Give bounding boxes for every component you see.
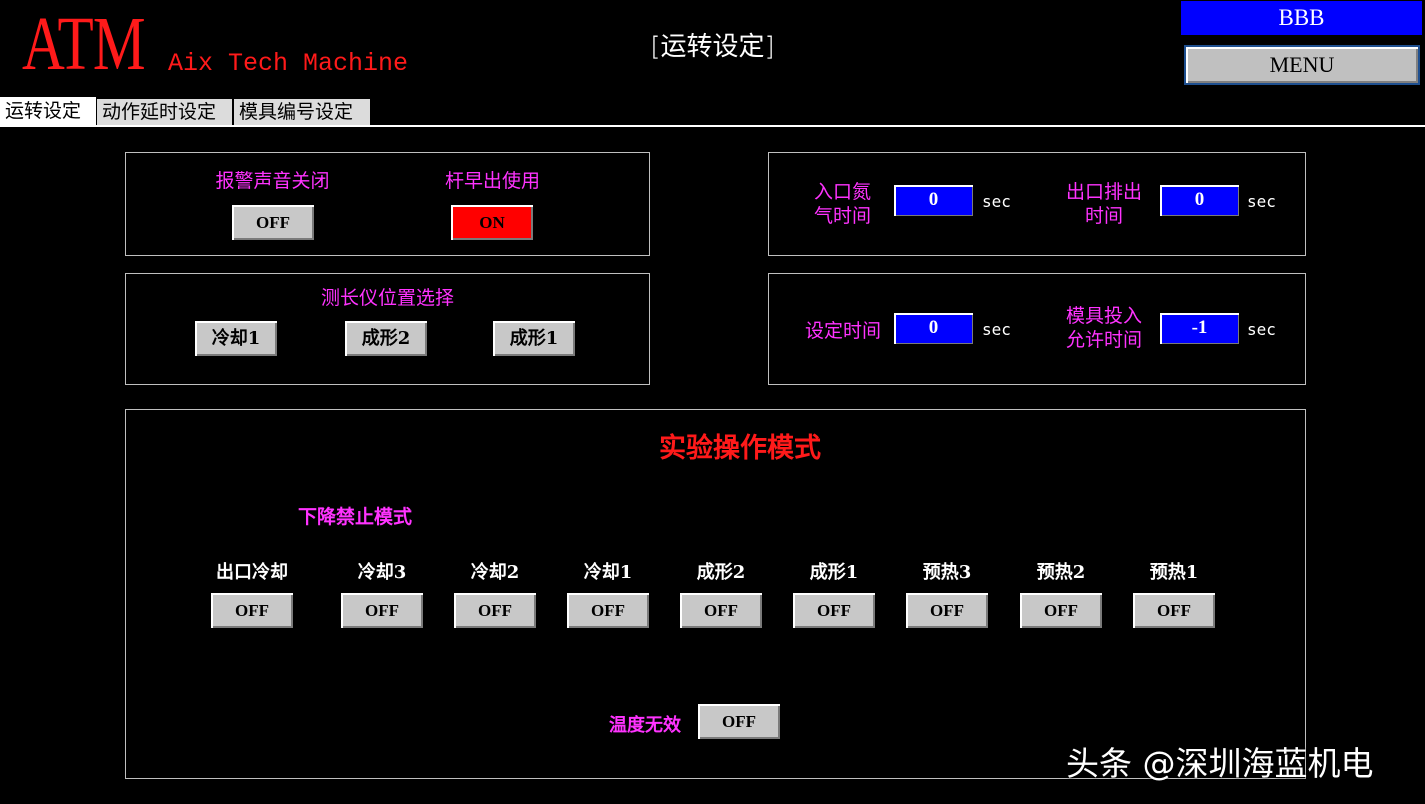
station-toggle-preheat2[interactable]: OFF [1020,593,1102,628]
set-time-label: 设定时间 [804,320,881,342]
station-toggle-cooling1[interactable]: OFF [567,593,649,628]
temperature-invalid-toggle[interactable]: OFF [698,704,780,739]
station-toggle-forming1[interactable]: OFF [793,593,875,628]
alarm-sound-toggle[interactable]: OFF [232,205,314,240]
station-toggle-preheat1[interactable]: OFF [1133,593,1215,628]
mold-allow-time-label-line2: 允许时间 [1065,329,1142,351]
mold-allow-time-label-line1: 模具投入 [1065,305,1142,327]
outlet-discharge-label-line2: 时间 [1084,205,1123,227]
rod-early-label: 杆早出使用 [444,170,540,192]
inlet-nitrogen-time-input[interactable]: 0 [894,185,973,216]
station-label-preheat3: 预热3 [922,562,972,583]
watermark: 头条 @深圳海蓝机电 [1066,744,1374,783]
mold-allow-time-input[interactable]: -1 [1160,313,1239,344]
mold-allow-time-unit: sec [1247,320,1276,339]
outlet-discharge-time-input[interactable]: 0 [1160,185,1239,216]
outlet-discharge-unit: sec [1247,192,1276,211]
gauge-position-title: 测长仪位置选择 [320,287,454,309]
gauge-option-cooling1[interactable]: 冷却1 [195,321,277,356]
station-toggle-cooling2[interactable]: OFF [454,593,536,628]
gauge-option-forming2[interactable]: 成形2 [345,321,427,356]
station-label-cooling1: 冷却1 [583,562,633,583]
experiment-mode-title: 实验操作模式 [659,433,821,464]
set-time-unit: sec [982,320,1011,339]
set-time-input[interactable]: 0 [894,313,973,344]
station-label-forming1: 成形1 [809,562,859,583]
station-toggle-preheat3[interactable]: OFF [906,593,988,628]
temperature-invalid-label: 温度无效 [609,715,681,736]
station-toggle-outlet-cooling[interactable]: OFF [211,593,293,628]
inlet-nitrogen-unit: sec [982,192,1011,211]
mold-allow-time-label: 模具投入 允许时间 [1058,304,1150,352]
station-toggle-cooling3[interactable]: OFF [341,593,423,628]
outlet-discharge-label-line1: 出口排出 [1065,181,1142,203]
station-label-outlet-cooling: 出口冷却 [216,562,288,583]
station-toggle-forming2[interactable]: OFF [680,593,762,628]
inlet-nitrogen-label-line1: 入口氮 [813,181,871,203]
station-label-cooling3: 冷却3 [357,562,407,583]
tab-mold-number[interactable]: 模具编号设定 [234,99,370,125]
outlet-discharge-label: 出口排出 时间 [1058,180,1150,228]
station-label-preheat2: 预热2 [1036,562,1086,583]
rod-early-toggle[interactable]: ON [451,205,533,240]
tab-action-delay[interactable]: 动作延时设定 [97,99,232,125]
tab-run-settings[interactable]: 运转设定 [0,97,96,125]
station-label-forming2: 成形2 [696,562,746,583]
inlet-nitrogen-label-line2: 气时间 [813,205,871,227]
user-badge: BBB [1181,1,1422,35]
alarm-sound-label: 报警声音关闭 [215,170,330,192]
tab-divider [0,125,1425,127]
station-label-preheat1: 预热1 [1149,562,1199,583]
inlet-nitrogen-label: 入口氮 气时间 [795,180,890,228]
gauge-option-forming1[interactable]: 成形1 [493,321,575,356]
descent-prohibit-label: 下降禁止模式 [297,506,412,528]
menu-button[interactable]: MENU [1184,45,1420,85]
station-label-cooling2: 冷却2 [470,562,520,583]
